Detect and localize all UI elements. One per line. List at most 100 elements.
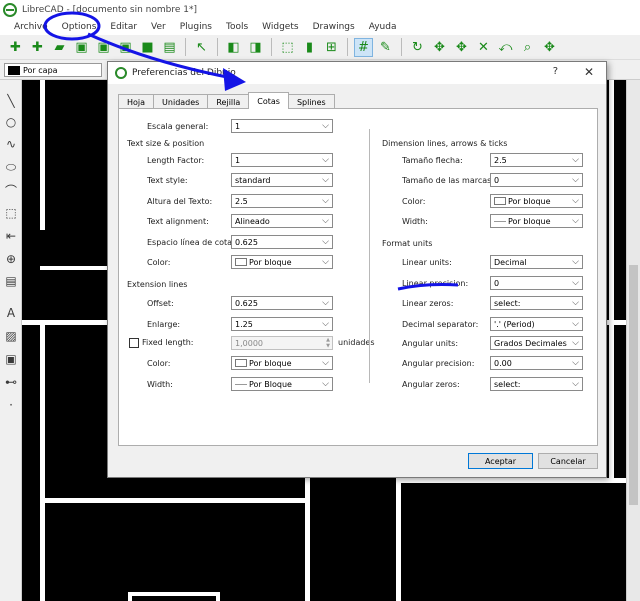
redraw-icon[interactable]: ↻ [408,38,427,57]
menu-ver[interactable]: Ver [144,22,173,32]
line-spacing-combo[interactable]: 0.625 ⌵ [231,235,333,249]
print-preview-icon[interactable]: ▤ [160,38,179,57]
redo-icon[interactable]: ◨ [246,38,265,57]
text-style-combo[interactable]: standard ⌵ [231,173,333,187]
menu-options[interactable]: Options [55,22,104,32]
hatch-tool-icon[interactable]: ▨ [2,327,20,345]
polyline-tool-icon[interactable]: ⌒ [2,181,20,199]
select-window-icon[interactable]: ⬚ [278,38,297,57]
scrollbar-thumb[interactable] [629,265,638,505]
modify-tool-icon[interactable]: ⊕ [2,250,20,268]
general-scale-combo[interactable]: 1 ⌵ [231,119,333,133]
dimension-tool-icon[interactable]: ⇤ [2,227,20,245]
decimal-separator-combo[interactable]: '.' (Period) ⌵ [490,317,583,331]
format-section-title: Format units [382,239,433,248]
offset-combo[interactable]: 0.625 ⌵ [231,296,333,310]
grid-icon[interactable]: # [354,37,373,57]
angular-precision-combo[interactable]: 0.00 ⌵ [490,356,583,370]
text-tool-icon[interactable]: A [2,304,20,322]
extension-section-title: Extension lines [127,280,188,289]
block-tool-icon[interactable]: ⊷ [2,373,20,391]
menu-plugins[interactable]: Plugins [173,22,219,32]
lines-width-combo[interactable]: Por bloque ⌵ [490,214,583,228]
text-height-value: 2.5 [235,196,248,206]
menu-ayuda[interactable]: Ayuda [362,22,404,32]
offset-value: 0.625 [235,298,258,308]
paste-icon[interactable]: ⊞ [322,38,341,57]
chevron-down-icon: ⌵ [572,379,579,389]
new-file-icon[interactable]: ✚ [6,38,25,57]
linear-units-combo[interactable]: Decimal ⌵ [490,255,583,269]
extension-color-combo[interactable]: Por bloque ⌵ [231,356,333,370]
drawing-wall [396,478,401,601]
help-button[interactable]: ? [553,66,558,77]
zoom-previous-icon[interactable]: ⤺ [496,38,515,57]
canvas-vertical-scrollbar[interactable] [626,80,640,601]
undo-icon[interactable]: ◧ [224,38,243,57]
extension-width-combo[interactable]: Por Bloque ⌵ [231,377,333,391]
text-height-combo[interactable]: 2.5 ⌵ [231,194,333,208]
length-factor-combo[interactable]: 1 ⌵ [231,153,333,167]
tab-hoja[interactable]: Hoja [118,94,155,109]
zoom-out-icon[interactable]: ✥ [452,38,471,57]
close-icon[interactable]: ✕ [584,65,594,79]
fixed-length-checkbox[interactable] [129,338,139,348]
tab-rejilla[interactable]: Rejilla [207,94,250,109]
copy-icon[interactable]: ▮ [300,38,319,57]
color-by-layer-combo[interactable]: Por capa [4,63,102,77]
pointer-icon[interactable]: ↖ [192,38,211,57]
enlarge-label: Enlarge: [147,320,181,329]
angular-units-combo[interactable]: Grados Decimales ⌵ [490,336,583,350]
spline-tool-icon[interactable]: ∿ [2,135,20,153]
line-tool-icon[interactable]: ╲ [2,92,20,110]
text-color-combo[interactable]: Por bloque ⌵ [231,255,333,269]
angular-zeros-combo[interactable]: select: ⌵ [490,377,583,391]
chevron-down-icon: ⌵ [572,216,579,226]
length-factor-label: Length Factor: [147,156,205,165]
cotas-panel: Escala general: 1 ⌵ Text size & position … [118,108,598,446]
line-spacing-value: 0.625 [235,237,258,247]
measure-tool-icon[interactable]: ▤ [2,272,20,290]
linear-zeros-combo[interactable]: select: ⌵ [490,296,583,310]
arrow-size-value: 2.5 [494,155,507,165]
image-tool-icon[interactable]: ▣ [2,350,20,368]
tab-splines[interactable]: Splines [287,94,335,109]
offset-label: Offset: [147,299,174,308]
enlarge-combo[interactable]: 1.25 ⌵ [231,317,333,331]
fixed-length-spinbox[interactable]: 1,0000 ▲ ▼ [231,336,333,350]
zoom-pan-icon[interactable]: ✥ [540,38,559,57]
lines-color-value: Por bloque [508,196,551,206]
arrow-size-combo[interactable]: 2.5 ⌵ [490,153,583,167]
tick-size-combo[interactable]: 0 ⌵ [490,173,583,187]
zoom-auto-icon[interactable]: ✕ [474,38,493,57]
zoom-window-icon[interactable]: ⌕ [518,38,537,57]
cancel-button[interactable]: Cancelar [538,453,598,469]
menu-drawings[interactable]: Drawings [306,22,362,32]
lines-color-combo[interactable]: Por bloque ⌵ [490,194,583,208]
accept-button[interactable]: Aceptar [468,453,533,469]
drawing-wall [40,325,45,601]
new-template-icon[interactable]: ✚ [28,38,47,57]
zoom-in-icon[interactable]: ✥ [430,38,449,57]
circle-tool-icon[interactable]: ○ [2,113,20,131]
point-tool-icon[interactable]: · [2,396,20,414]
tab-unidades[interactable]: Unidades [153,94,209,109]
arrow-size-label: Tamaño flecha: [402,156,463,165]
print-icon[interactable]: ■ [138,38,157,57]
draft-icon[interactable]: ✎ [376,38,395,57]
menu-archivo[interactable]: Archivo [0,22,55,32]
menu-editar[interactable]: Editar [103,22,144,32]
linear-precision-label: Linear precision: [402,279,469,288]
linear-precision-combo[interactable]: 0 ⌵ [490,276,583,290]
save-as-icon[interactable]: ▣ [94,38,113,57]
select-tool-icon[interactable]: ⬚ [2,204,20,222]
save-all-icon[interactable]: ▣ [116,38,135,57]
tab-cotas[interactable]: Cotas [248,92,289,109]
open-folder-icon[interactable]: ▰ [50,38,69,57]
save-icon[interactable]: ▣ [72,38,91,57]
text-alignment-combo[interactable]: Alineado ⌵ [231,214,333,228]
ellipse-tool-icon[interactable]: ⬭ [2,158,20,176]
menu-tools[interactable]: Tools [219,22,255,32]
window-title: LibreCAD - [documento sin nombre 1*] [22,4,197,15]
menu-widgets[interactable]: Widgets [255,22,305,32]
